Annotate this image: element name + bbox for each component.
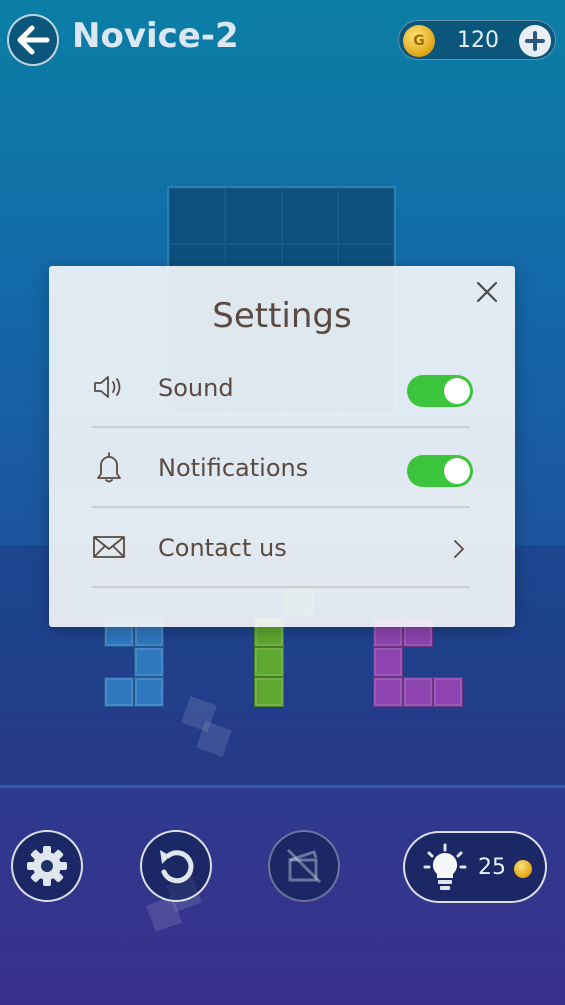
- coin-icon: G: [403, 25, 435, 57]
- gear-icon: [27, 846, 67, 886]
- coin-icon: [514, 860, 532, 878]
- hint-count: 25: [478, 855, 506, 880]
- notifications-toggle[interactable]: [407, 455, 473, 487]
- settings-button[interactable]: [11, 830, 83, 902]
- sound-toggle[interactable]: [407, 375, 473, 407]
- video-hint-button[interactable]: [268, 830, 340, 902]
- envelope-icon: [93, 536, 125, 558]
- settings-row-notifications: Notifications: [92, 428, 473, 508]
- dialog-title: Settings: [212, 296, 352, 336]
- speaker-icon: [94, 376, 121, 398]
- bell-icon: [97, 452, 121, 483]
- arrow-left-icon: [17, 25, 50, 55]
- chevron-right-icon: [454, 540, 464, 558]
- notifications-label: Notifications: [158, 454, 309, 482]
- coin-balance: G 120: [398, 20, 556, 60]
- lightbulb-icon: [423, 843, 467, 890]
- settings-row-sound: Sound: [92, 348, 473, 428]
- plus-icon: [525, 31, 545, 51]
- close-icon: [476, 281, 498, 303]
- undo-icon: [160, 850, 194, 884]
- sound-label: Sound: [158, 374, 234, 402]
- close-button[interactable]: [475, 280, 499, 304]
- undo-button[interactable]: [140, 830, 212, 902]
- settings-row-contact[interactable]: Contact us: [92, 508, 470, 588]
- settings-dialog: Settings Sound Notifications Contact us: [49, 266, 515, 627]
- tray-divider: [0, 785, 565, 788]
- no-video-icon: [286, 848, 322, 884]
- coin-count: 120: [457, 28, 499, 53]
- back-button[interactable]: [7, 14, 59, 66]
- add-coins-button[interactable]: [519, 25, 551, 57]
- level-title: Novice-2: [72, 16, 239, 56]
- contact-label: Contact us: [158, 534, 287, 562]
- hint-button[interactable]: 25: [403, 831, 547, 903]
